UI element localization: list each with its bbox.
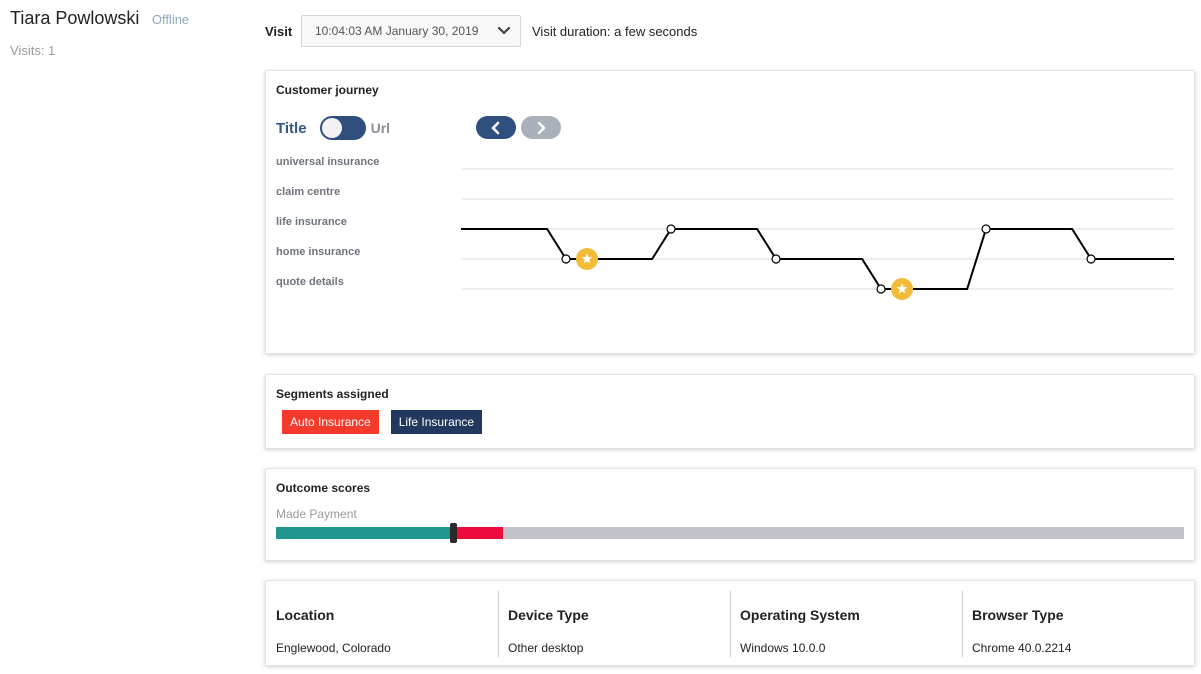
divider: [498, 591, 499, 657]
segments-card: Segments assigned Auto Insurance Life In…: [265, 374, 1195, 449]
info-browser-type: Browser Type Chrome 40.0.2214: [962, 581, 1194, 665]
info-value: Other desktop: [508, 641, 584, 655]
divider: [730, 591, 731, 657]
outcome-score-bar: [276, 523, 1184, 543]
visitor-profile: Tiara Powlowski Offline Visits: 1: [10, 8, 250, 58]
journey-step-dot[interactable]: [876, 284, 886, 294]
visit-row: Visit 10:04:03 AM January 30, 2019 Visit…: [265, 15, 697, 47]
segment-tag-auto-insurance[interactable]: Auto Insurance: [282, 410, 379, 434]
journey-step-dot[interactable]: [561, 254, 571, 264]
visit-select-value: 10:04:03 AM January 30, 2019: [315, 24, 479, 38]
info-location: Location Englewood, Colorado: [266, 581, 498, 665]
journey-step-dot[interactable]: [1086, 254, 1096, 264]
info-heading: Browser Type: [972, 607, 1064, 623]
journey-step-dot[interactable]: [771, 254, 781, 264]
journey-path-chart: universal insurance claim centre life insu…: [276, 156, 1174, 300]
visit-duration: Visit duration: a few seconds: [532, 23, 698, 39]
info-device-type: Device Type Other desktop: [498, 581, 730, 665]
journey-step-dot[interactable]: [666, 224, 676, 234]
info-heading: Location: [276, 607, 335, 623]
outcome-scores-title: Outcome scores: [276, 481, 371, 495]
segment-tag-life-insurance[interactable]: Life Insurance: [390, 410, 483, 434]
visit-count: Visits: 1: [10, 43, 56, 58]
chevron-down-icon: [497, 26, 511, 35]
info-value: Chrome 40.0.2214: [972, 641, 1072, 655]
visit-label: Visit: [265, 23, 293, 39]
info-heading: Device Type: [508, 607, 589, 623]
visit-select[interactable]: 10:04:03 AM January 30, 2019: [301, 15, 521, 47]
journey-page-label: claim centre: [276, 186, 340, 198]
outcome-label: Made Payment: [276, 507, 357, 521]
segment-list: Auto Insurance Life Insurance: [282, 410, 483, 434]
score-bar-range: [453, 527, 503, 539]
divider: [962, 591, 963, 657]
journey-page-label: life insurance: [276, 216, 347, 228]
journey-step-dot[interactable]: [981, 224, 991, 234]
visit-info-card: Location Englewood, Colorado Device Type…: [265, 580, 1195, 666]
score-bar-low: [276, 527, 454, 539]
visitor-name: Tiara Powlowski: [10, 8, 140, 28]
outcome-scores-card: Outcome scores Made Payment: [265, 468, 1195, 561]
segments-title: Segments assigned: [276, 387, 389, 401]
info-operating-system: Operating System Windows 10.0.0: [730, 581, 962, 665]
journey-page-label: universal insurance: [276, 156, 379, 168]
info-value: Windows 10.0.0: [740, 641, 826, 655]
info-heading: Operating System: [740, 607, 860, 623]
journey-page-label: home insurance: [276, 246, 360, 258]
customer-journey-card: Customer journey Title Url universal ins…: [265, 70, 1195, 354]
goal-star-icon[interactable]: [891, 278, 914, 300]
journey-page-label: quote details: [276, 276, 344, 288]
status-badge: Offline: [151, 12, 190, 27]
goal-star-icon[interactable]: [576, 248, 599, 270]
info-value: Englewood, Colorado: [276, 641, 391, 655]
score-marker: [450, 523, 458, 543]
